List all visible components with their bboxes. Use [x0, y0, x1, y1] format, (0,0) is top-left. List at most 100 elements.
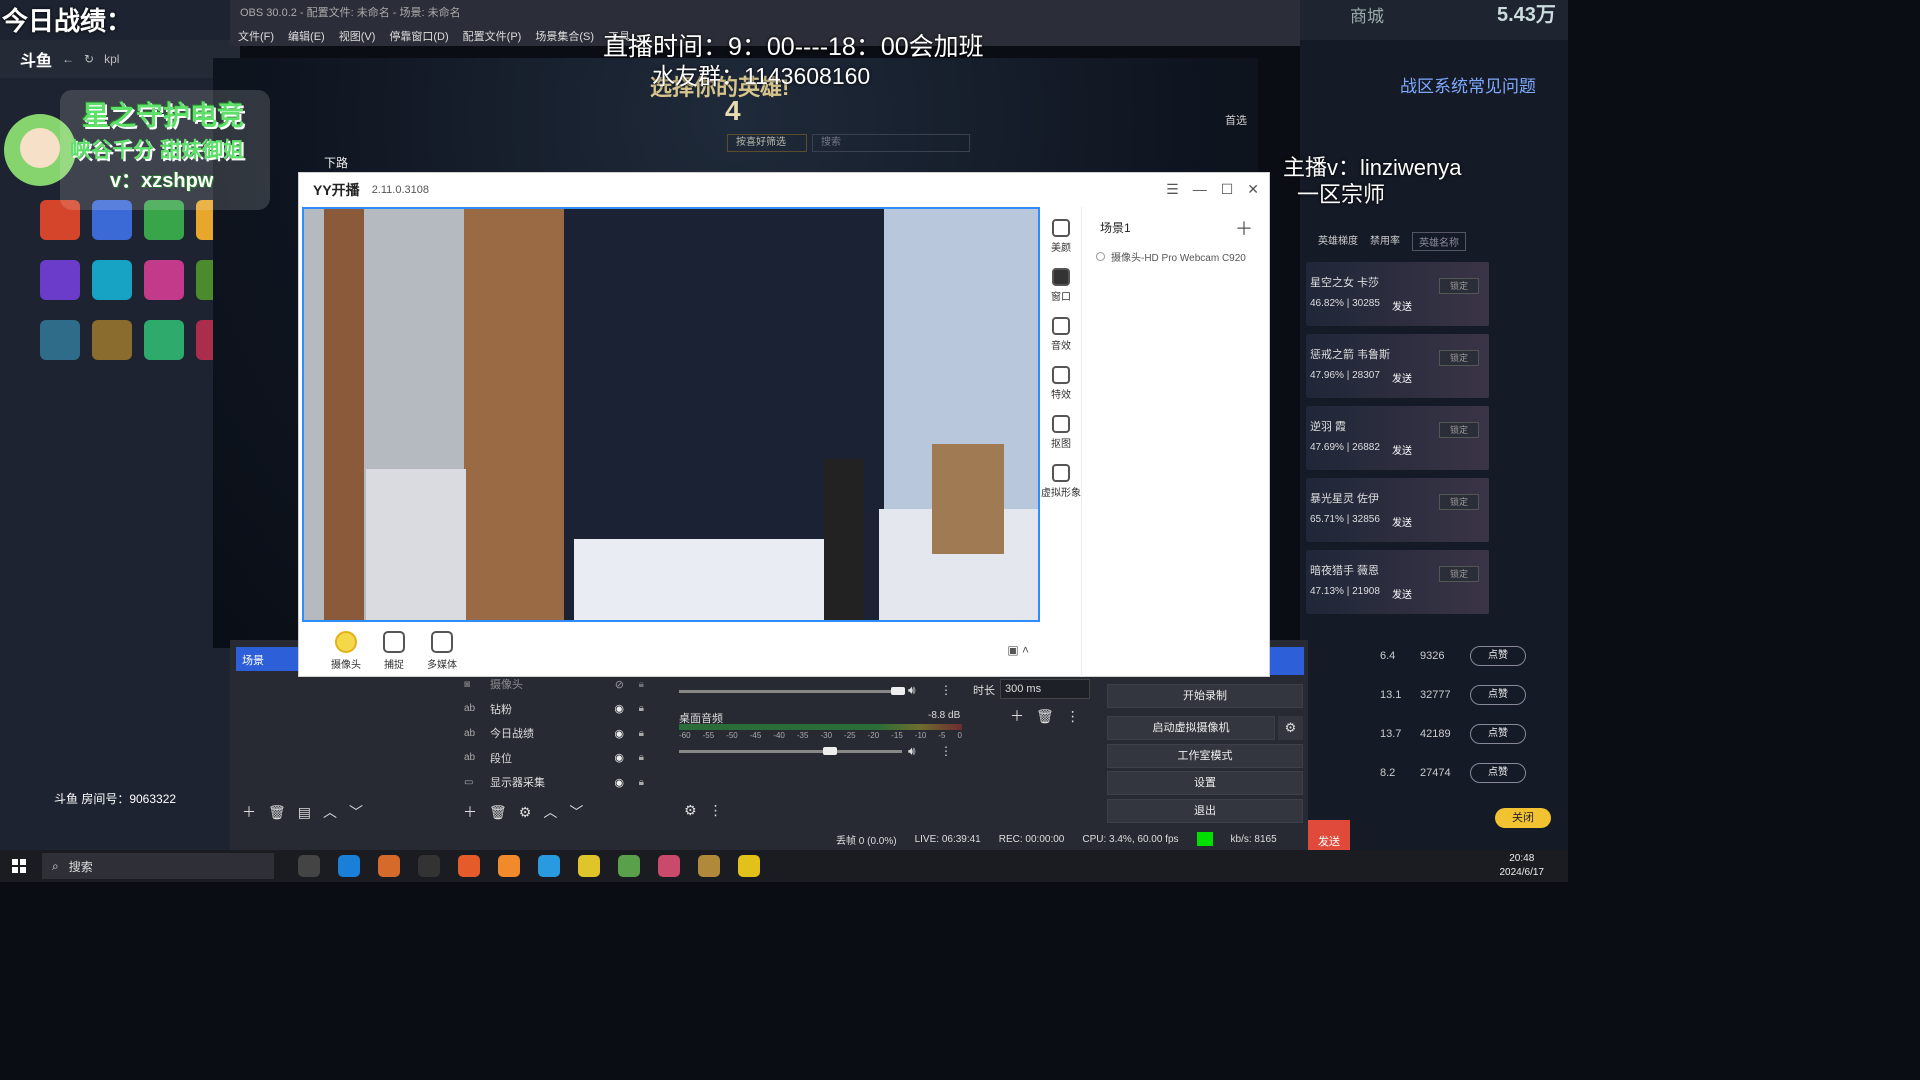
lock-icon[interactable]: 🔒︎ [639, 728, 644, 739]
minimize-icon[interactable]: — [1193, 181, 1207, 198]
close-icon[interactable]: ✕ [1247, 181, 1259, 198]
hero-send-button[interactable]: 发送 [1392, 586, 1412, 601]
hero-card[interactable]: 逆羽 霞 47.69% | 26882 发送 锁定 [1306, 406, 1489, 470]
maximize-icon[interactable]: ☐ [1221, 181, 1234, 198]
up-icon[interactable]: ︿ [543, 802, 557, 822]
scene-source-item[interactable]: 摄像头-HD Pro Webcam C920 [1096, 249, 1246, 264]
hero-lock-button[interactable]: 锁定 [1439, 422, 1479, 438]
media-tool[interactable]: 多媒体 [427, 631, 457, 671]
champ-filter-select[interactable]: 按喜好筛选 [727, 134, 807, 152]
desktop-audio-slider[interactable] [679, 747, 902, 755]
app-icon[interactable] [40, 320, 80, 360]
app-icon[interactable] [658, 855, 680, 877]
lock-icon[interactable]: 🔒︎ [639, 777, 644, 788]
menu-edit[interactable]: 编辑(E) [288, 28, 325, 44]
edge-icon[interactable] [338, 855, 360, 877]
source-row[interactable]: ab 今日战绩 ◉ 🔒︎ [458, 721, 654, 746]
hero-search-input[interactable]: 英雄名称 [1412, 232, 1466, 251]
start-recording-button[interactable]: 开始录制 [1107, 684, 1303, 708]
hero-card[interactable]: 惩戒之箭 韦鲁斯 47.96% | 28307 发送 锁定 [1306, 334, 1489, 398]
menu-view[interactable]: 视图(V) [339, 28, 376, 44]
special-effect-tool[interactable]: 特效 [1051, 366, 1071, 401]
refresh-icon[interactable]: ↻ [84, 52, 94, 66]
transition-duration-input[interactable]: 300 ms [1000, 679, 1090, 699]
app-icon[interactable] [92, 320, 132, 360]
hero-card[interactable]: 暗夜猎手 薇恩 47.13% | 21908 发送 锁定 [1306, 550, 1489, 614]
champ-search-input[interactable]: 搜索 [812, 134, 970, 152]
beauty-tool[interactable]: 美颜 [1051, 219, 1071, 254]
app-icon[interactable] [92, 260, 132, 300]
app-icon[interactable] [378, 855, 400, 877]
eye-icon[interactable]: ◉ [614, 751, 624, 764]
avatar-tool[interactable]: 虚拟形象 [1041, 464, 1081, 499]
hero-lock-button[interactable]: 锁定 [1439, 494, 1479, 510]
camera-tool[interactable]: 摄像头 [331, 631, 361, 671]
send-button[interactable]: 发送 [1308, 820, 1350, 850]
menu-profile[interactable]: 配置文件(P) [463, 28, 522, 44]
league-icon[interactable] [698, 855, 720, 877]
like-button[interactable]: 点赞 [1470, 763, 1526, 783]
gear-icon[interactable]: ⚙ [519, 804, 532, 821]
speaker-icon[interactable]: 🔊︎ [908, 683, 916, 698]
douyu-search-text[interactable]: kpl [104, 52, 119, 66]
camera-volume-slider[interactable] [679, 687, 905, 695]
slider-knob[interactable] [891, 687, 905, 695]
more-icon[interactable]: ⋮ [709, 802, 723, 819]
shop-label[interactable]: 商城 [1350, 2, 1384, 27]
add-icon[interactable]: ＋ [1235, 215, 1253, 241]
more-icon[interactable]: ⋮ [940, 744, 952, 758]
app-icon[interactable] [40, 260, 80, 300]
add-icon[interactable]: ＋ [1010, 706, 1024, 726]
down-icon[interactable]: ﹀ [569, 802, 583, 822]
eye-icon[interactable]: ◉ [614, 776, 624, 789]
app-icon[interactable] [578, 855, 600, 877]
down-icon[interactable]: ﹀ [349, 802, 363, 822]
studio-mode-button[interactable]: 工作室模式 [1107, 744, 1303, 768]
hero-lock-button[interactable]: 锁定 [1439, 566, 1479, 582]
trash-icon[interactable]: 🗑︎ [489, 804, 507, 821]
trash-icon[interactable]: 🗑︎ [1036, 708, 1054, 725]
app-icon[interactable] [618, 855, 640, 877]
more-icon[interactable]: ⋮ [1066, 708, 1080, 725]
source-row[interactable]: ab 段位 ◉ 🔒︎ [458, 746, 654, 771]
visibility-icon[interactable] [1096, 252, 1105, 261]
menu-icon[interactable]: ☰ [1166, 181, 1179, 198]
virtual-camera-settings-icon[interactable]: ⚙ [1278, 716, 1303, 740]
scene-title[interactable]: 场景1 [1100, 219, 1131, 236]
like-button[interactable]: 点赞 [1470, 724, 1526, 744]
app-icon[interactable] [144, 320, 184, 360]
windows-start-icon[interactable] [12, 859, 26, 873]
video-camera-icon[interactable]: ▣ ˄ [1007, 643, 1029, 657]
app-icon[interactable] [538, 855, 560, 877]
slider-knob[interactable] [823, 747, 837, 755]
app-icon[interactable] [498, 855, 520, 877]
hero-card[interactable]: 暴光星灵 佐伊 65.71% | 32856 发送 锁定 [1306, 478, 1489, 542]
eye-hidden-icon[interactable]: ⊘ [615, 678, 624, 691]
trash-icon[interactable]: 🗑︎ [268, 804, 286, 821]
scenes-dock-header[interactable]: 场景 [236, 647, 302, 671]
app-icon[interactable] [144, 260, 184, 300]
hero-card[interactable]: 星空之女 卡莎 46.82% | 30285 发送 锁定 [1306, 262, 1489, 326]
hero-send-button[interactable]: 发送 [1392, 370, 1412, 385]
eye-icon[interactable]: ◉ [614, 702, 624, 715]
more-icon[interactable]: ⋮ [940, 683, 952, 697]
taskbar-search[interactable]: ⌕ 搜索 [42, 853, 274, 879]
close-button[interactable]: 关闭 [1495, 808, 1551, 828]
task-view-icon[interactable] [298, 855, 320, 877]
window-tool[interactable]: 窗口 [1051, 268, 1071, 303]
like-button[interactable]: 点赞 [1470, 646, 1526, 666]
lock-icon[interactable]: 🔒︎ [639, 752, 644, 763]
start-virtual-camera-button[interactable]: 启动虚拟摄像机 [1107, 716, 1275, 740]
yy-icon[interactable] [738, 855, 760, 877]
obs-icon[interactable] [418, 855, 440, 877]
advanced-audio-icon[interactable]: ⚙ [684, 802, 697, 819]
hero-lock-button[interactable]: 锁定 [1439, 278, 1479, 294]
filter-icon[interactable]: ▤ [298, 804, 311, 821]
faq-link[interactable]: 战区系统常见问题 [1400, 72, 1536, 97]
menu-docks[interactable]: 停靠窗口(D) [389, 28, 448, 44]
matting-tool[interactable]: 抠图 [1051, 415, 1071, 450]
hero-send-button[interactable]: 发送 [1392, 298, 1412, 313]
add-icon[interactable]: ＋ [463, 802, 477, 822]
add-icon[interactable]: ＋ [242, 802, 256, 822]
settings-button[interactable]: 设置 [1107, 771, 1303, 795]
